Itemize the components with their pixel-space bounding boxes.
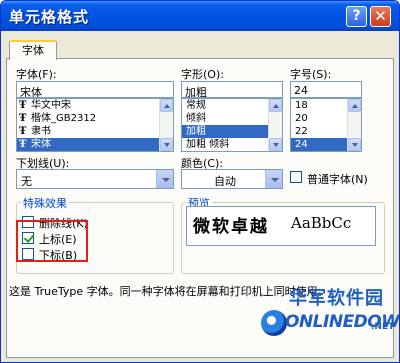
list-item-label: 倾斜 [186,113,206,124]
font-label: 字体(F): [16,68,57,81]
preview-sample-cn: 微软卓越 [193,217,269,237]
list-item-label: 加粗 倾斜 [186,139,230,150]
list-item-label: 24 [295,139,308,150]
font-size-list[interactable]: 18 20 22 24 [290,98,362,152]
underline-select[interactable]: 无 [16,169,174,189]
highlight-box [16,220,88,262]
dropdown-button[interactable] [265,170,282,188]
list-item[interactable]: Ŧ 华文中宋 [17,99,173,112]
scroll-down-button[interactable] [269,138,282,151]
watermark: 华军软件园 ONLINEDOWN .NET [259,284,399,352]
size-list-scrollbar[interactable] [347,99,361,151]
list-item[interactable]: 加粗 [182,125,282,138]
scroll-down-button[interactable] [160,138,173,151]
scroll-down-button[interactable] [348,138,361,151]
list-item[interactable]: 倾斜 [182,112,282,125]
close-icon: ✕ [374,7,387,25]
onlinedown-logo-icon [261,310,287,336]
normal-font-checkbox[interactable] [290,171,302,183]
dialog-title: 单元格格式 [9,8,90,26]
list-item[interactable]: Ŧ 隶书 [17,125,173,138]
size-label: 字号(S): [290,68,332,81]
list-item-label: 楷体_GB2312 [31,113,97,124]
truetype-icon: Ŧ [19,139,27,150]
dropdown-button[interactable] [156,170,173,188]
font-size-input[interactable]: 24 [290,81,362,98]
color-select[interactable]: 自动 [181,169,283,189]
scroll-up-button[interactable] [269,99,282,112]
arrow-up-icon [164,104,170,108]
arrow-down-icon [352,143,358,147]
preview-sample: 微软卓越 AaBbCc [186,206,376,246]
list-item-label: 华文中宋 [31,100,71,111]
scroll-up-button[interactable] [160,99,173,112]
font-style-list[interactable]: 常规倾斜加粗加粗 倾斜 [181,98,283,152]
help-icon: ? [352,8,361,24]
font-style-input[interactable]: 加粗 [181,81,283,98]
list-item-label: 宋体 [31,139,51,150]
arrow-up-icon [352,104,358,108]
watermark-cn: 华军软件园 [289,288,384,309]
list-item-label: 隶书 [31,126,51,137]
list-item[interactable]: Ŧ 宋体 [17,138,173,151]
underline-value: 无 [21,175,32,188]
list-item-label: 20 [295,113,308,124]
list-item-label: 常规 [186,100,206,111]
close-button[interactable]: ✕ [370,6,391,27]
truetype-icon: Ŧ [19,126,27,137]
chevron-down-icon [271,178,279,182]
style-label: 字形(O): [181,68,224,81]
font-list[interactable]: Ŧ 华文中宋 Ŧ 楷体_GB2312 Ŧ 隶书 Ŧ 宋体 [16,98,174,152]
chevron-down-icon [162,178,170,182]
list-item[interactable]: 加粗 倾斜 [182,138,282,151]
tab-font[interactable]: 字体 [9,40,57,60]
list-item-label: 加粗 [186,126,206,137]
list-item-label: 22 [295,126,308,137]
format-cells-dialog: 单元格格式 ? ✕ 字体 字体(F): 宋体 Ŧ 华文中宋 Ŧ 楷体_GB2312 Ŧ 隶… [0,0,400,363]
truetype-icon: Ŧ [19,113,27,124]
arrow-up-icon [273,104,279,108]
help-button[interactable]: ? [346,6,367,27]
preview-sample-en: AaBbCc [291,214,352,232]
arrow-down-icon [164,143,170,147]
scroll-up-button[interactable] [348,99,361,112]
watermark-suffix: .NET [371,322,395,332]
list-item[interactable]: Ŧ 楷体_GB2312 [17,112,173,125]
truetype-icon: Ŧ [19,100,27,111]
color-value: 自动 [214,175,236,188]
normal-font-label[interactable]: 普通字体(N) [307,171,368,187]
title-bar[interactable]: 单元格格式 ? ✕ [1,1,399,31]
list-item-label: 18 [295,100,308,111]
style-list-scrollbar[interactable] [268,99,282,151]
font-name-input[interactable]: 宋体 [16,81,174,98]
list-item[interactable]: 常规 [182,99,282,112]
font-list-scrollbar[interactable] [159,99,173,151]
effects-title: 特殊效果 [21,195,69,211]
arrow-down-icon [273,143,279,147]
